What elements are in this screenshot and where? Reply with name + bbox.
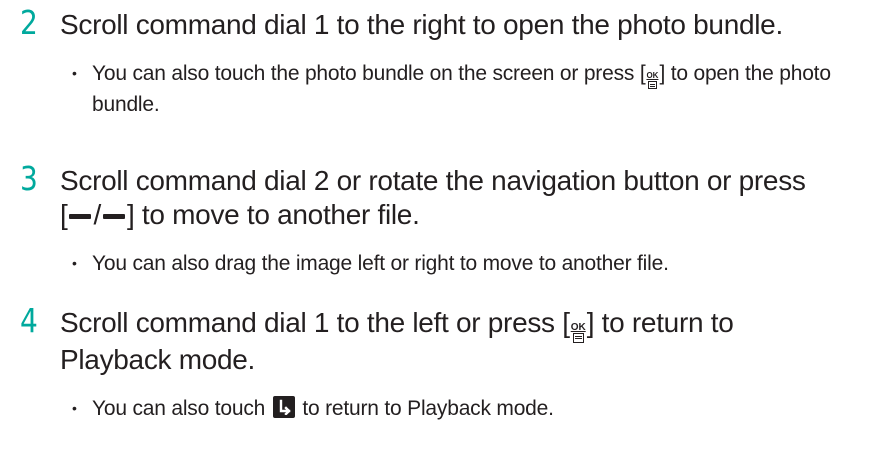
bullet-dot: • (72, 400, 77, 416)
bullet-dot: • (72, 255, 77, 271)
bullet-text: You can also touch to return to Playback… (92, 396, 554, 420)
ok-menu-key-icon: OK (571, 323, 586, 343)
bullet-note: • You can also drag the image left or ri… (72, 248, 850, 279)
step-3: 3 Scroll command dial 2 or rotate the na… (20, 159, 850, 279)
bullet-note: • You can also touch to return to Playba… (72, 393, 850, 424)
bullet-dot: • (72, 65, 77, 81)
step-2: 2 Scroll command dial 1 to the right to … (20, 3, 850, 120)
step-4: 4 Scroll command dial 1 to the left or p… (20, 301, 850, 424)
ok-menu-key-icon: OK (646, 71, 658, 89)
left-key-icon (69, 214, 92, 220)
step-text: Scroll command dial 1 to the right to op… (60, 9, 783, 40)
step-text: Scroll command dial 2 or rotate the navi… (60, 165, 806, 230)
step-number: 4 (20, 301, 38, 340)
right-key-icon (102, 214, 125, 220)
bullet-text: You can also touch the photo bundle on t… (92, 62, 831, 116)
step-text: Scroll command dial 1 to the left or pre… (60, 307, 734, 375)
bullet-text: You can also drag the image left or righ… (92, 252, 669, 275)
step-number: 3 (20, 159, 38, 198)
return-icon (272, 396, 295, 418)
bullet-note: • You can also touch the photo bundle on… (72, 58, 850, 120)
step-number: 2 (20, 3, 38, 42)
